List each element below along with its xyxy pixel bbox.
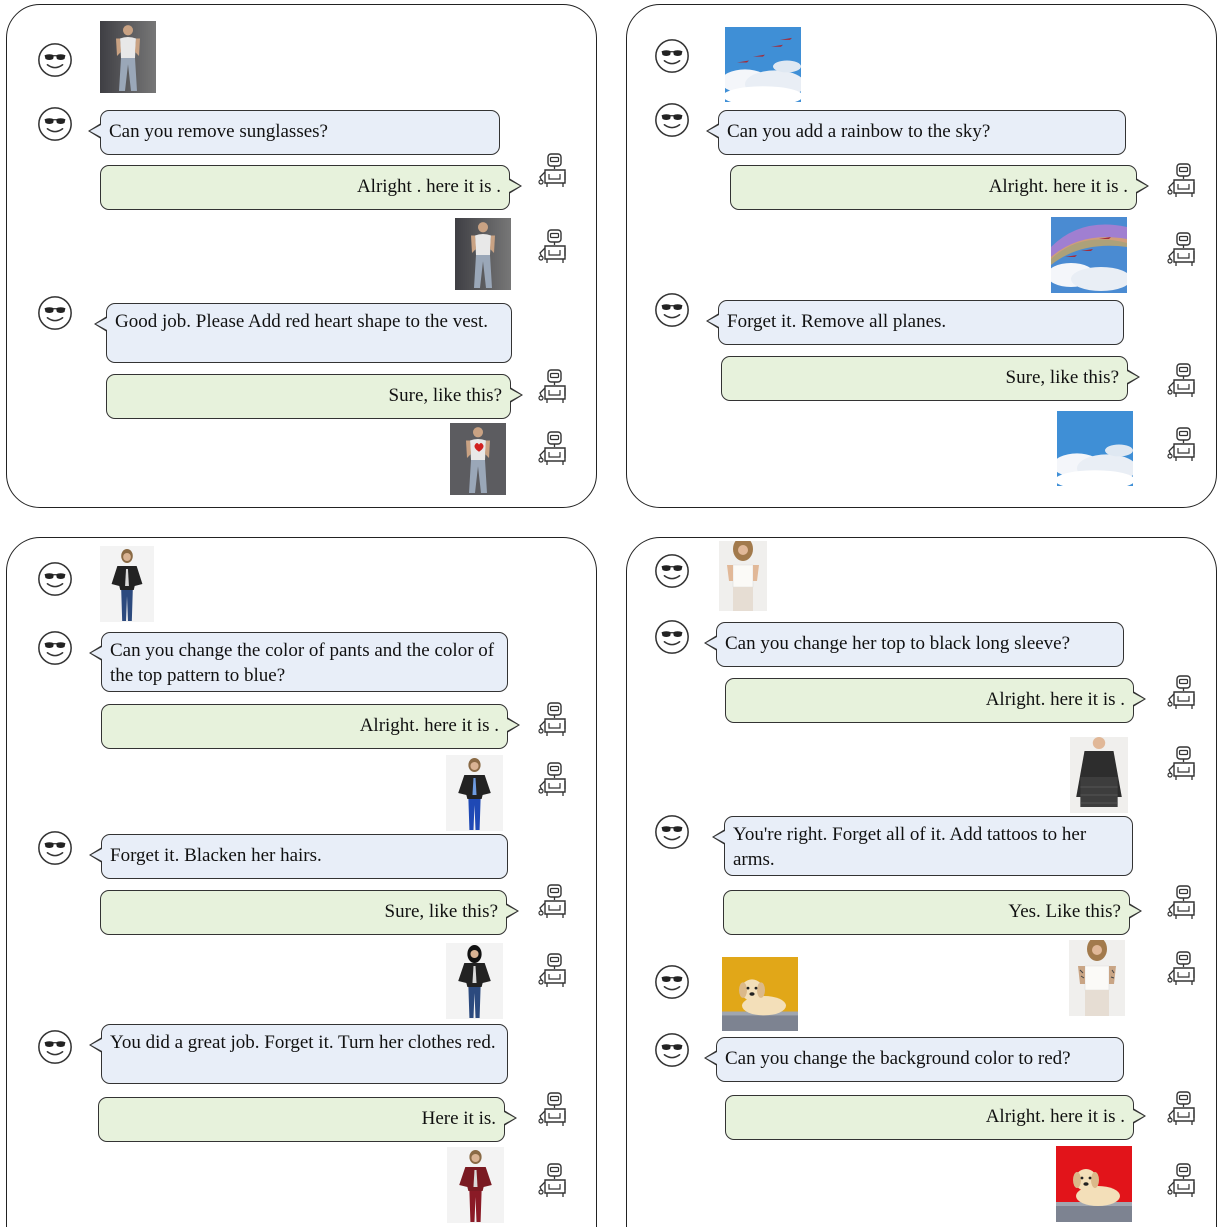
robot-icon bbox=[1163, 229, 1203, 269]
message-text: Can you remove sunglasses? bbox=[109, 121, 328, 142]
smiley-sunglasses-icon bbox=[653, 618, 691, 656]
image-man-output bbox=[455, 218, 511, 290]
image-sky-planes-input bbox=[725, 27, 801, 102]
message-text: Can you change her top to black long sle… bbox=[725, 633, 1071, 654]
message-text: Sure, like this? bbox=[384, 901, 498, 922]
smiley-sunglasses-icon bbox=[653, 37, 691, 75]
smiley-sunglasses-icon bbox=[653, 1031, 691, 1069]
robot-icon bbox=[1163, 743, 1203, 783]
message-text: Can you change the color of pants and th… bbox=[110, 640, 495, 686]
message-text: Can you add a rainbow to the sky? bbox=[727, 121, 991, 142]
image-black-top-output bbox=[1070, 737, 1128, 813]
user-message-bubble: You did a great job. Forget it. Turn her… bbox=[89, 1024, 508, 1084]
robot-icon bbox=[534, 226, 574, 266]
message-text: Forget it. Remove all planes. bbox=[727, 311, 947, 332]
user-message-bubble: Can you change the background color to r… bbox=[704, 1037, 1124, 1082]
image-woman-red-output bbox=[447, 1147, 504, 1223]
robot-icon bbox=[1163, 948, 1203, 988]
robot-icon bbox=[1163, 1160, 1203, 1200]
message-text: Here it is. bbox=[421, 1108, 496, 1129]
message-text: Alright. here it is . bbox=[985, 689, 1125, 710]
user-message-bubble: Forget it. Remove all planes. bbox=[706, 300, 1124, 345]
message-text: Sure, like this? bbox=[1005, 367, 1119, 388]
robot-icon bbox=[1163, 672, 1203, 712]
image-woman-darkhair-output bbox=[446, 943, 503, 1019]
user-message-bubble: Can you remove sunglasses? bbox=[88, 110, 500, 155]
robot-icon bbox=[534, 1160, 574, 1200]
image-woman-input bbox=[100, 546, 154, 622]
bot-message-bubble: Sure, like this? bbox=[106, 374, 523, 419]
robot-icon bbox=[534, 699, 574, 739]
smiley-sunglasses-icon bbox=[36, 560, 74, 598]
robot-icon bbox=[534, 1089, 574, 1129]
smiley-sunglasses-icon bbox=[36, 829, 74, 867]
robot-icon bbox=[534, 366, 574, 406]
user-message-bubble: Can you change the color of pants and th… bbox=[89, 632, 508, 692]
robot-icon bbox=[1163, 1088, 1203, 1128]
message-text: Sure, like this? bbox=[388, 385, 502, 406]
smiley-sunglasses-icon bbox=[36, 629, 74, 667]
user-message-bubble: Can you change her top to black long sle… bbox=[704, 622, 1124, 667]
message-text: Can you change the background color to r… bbox=[725, 1048, 1071, 1069]
message-text: You're right. Forget all of it. Add tatt… bbox=[733, 824, 1087, 870]
image-man-heart-output bbox=[450, 423, 506, 495]
smiley-sunglasses-icon bbox=[36, 294, 74, 332]
user-message-bubble: Can you add a rainbow to the sky? bbox=[706, 110, 1126, 155]
message-text: Alright. here it is . bbox=[988, 176, 1128, 197]
robot-icon bbox=[1163, 160, 1203, 200]
robot-icon bbox=[534, 428, 574, 468]
image-tattoo-top-output bbox=[1069, 940, 1125, 1016]
bot-message-bubble: Alright. here it is . bbox=[725, 678, 1146, 723]
image-white-top-input bbox=[719, 541, 767, 611]
robot-icon bbox=[534, 759, 574, 799]
image-dog-input bbox=[722, 957, 798, 1031]
bot-message-bubble: Sure, like this? bbox=[100, 890, 519, 935]
message-text: Alright. here it is . bbox=[359, 715, 499, 736]
smiley-sunglasses-icon bbox=[36, 1028, 74, 1066]
image-man-input bbox=[100, 21, 156, 93]
bot-message-bubble: Alright. here it is . bbox=[730, 165, 1149, 210]
user-message-bubble: You're right. Forget all of it. Add tatt… bbox=[712, 816, 1133, 876]
smiley-sunglasses-icon bbox=[653, 813, 691, 851]
image-woman-blue-output bbox=[446, 755, 503, 831]
smiley-sunglasses-icon bbox=[653, 291, 691, 329]
bot-message-bubble: Sure, like this? bbox=[721, 356, 1140, 401]
bot-message-bubble: Alright. here it is . bbox=[725, 1095, 1146, 1140]
user-message-bubble: Forget it. Blacken her hairs. bbox=[89, 834, 508, 879]
user-message-bubble: Good job. Please Add red heart shape to … bbox=[94, 303, 512, 363]
image-dog-red-output bbox=[1056, 1146, 1132, 1222]
message-text: Alright. here it is . bbox=[985, 1106, 1125, 1127]
robot-icon bbox=[534, 950, 574, 990]
smiley-sunglasses-icon bbox=[36, 105, 74, 143]
smiley-sunglasses-icon bbox=[653, 552, 691, 590]
bot-message-bubble: Yes. Like this? bbox=[723, 890, 1142, 935]
message-text: Alright . here it is . bbox=[356, 176, 501, 197]
smiley-sunglasses-icon bbox=[653, 963, 691, 1001]
smiley-sunglasses-icon bbox=[36, 41, 74, 79]
bot-message-bubble: Alright. here it is . bbox=[101, 704, 520, 749]
robot-icon bbox=[1163, 882, 1203, 922]
robot-icon bbox=[534, 881, 574, 921]
smiley-sunglasses-icon bbox=[653, 101, 691, 139]
robot-icon bbox=[534, 150, 574, 190]
bot-message-bubble: Alright . here it is . bbox=[100, 165, 522, 210]
image-sky-output bbox=[1057, 411, 1133, 486]
message-text: You did a great job. Forget it. Turn her… bbox=[110, 1032, 496, 1053]
bot-message-bubble: Here it is. bbox=[98, 1097, 517, 1142]
message-text: Forget it. Blacken her hairs. bbox=[110, 845, 322, 866]
robot-icon bbox=[1163, 424, 1203, 464]
message-text: Yes. Like this? bbox=[1008, 901, 1121, 922]
robot-icon bbox=[1163, 360, 1203, 400]
image-sky-rainbow-output bbox=[1051, 217, 1127, 293]
message-text: Good job. Please Add red heart shape to … bbox=[115, 311, 489, 332]
